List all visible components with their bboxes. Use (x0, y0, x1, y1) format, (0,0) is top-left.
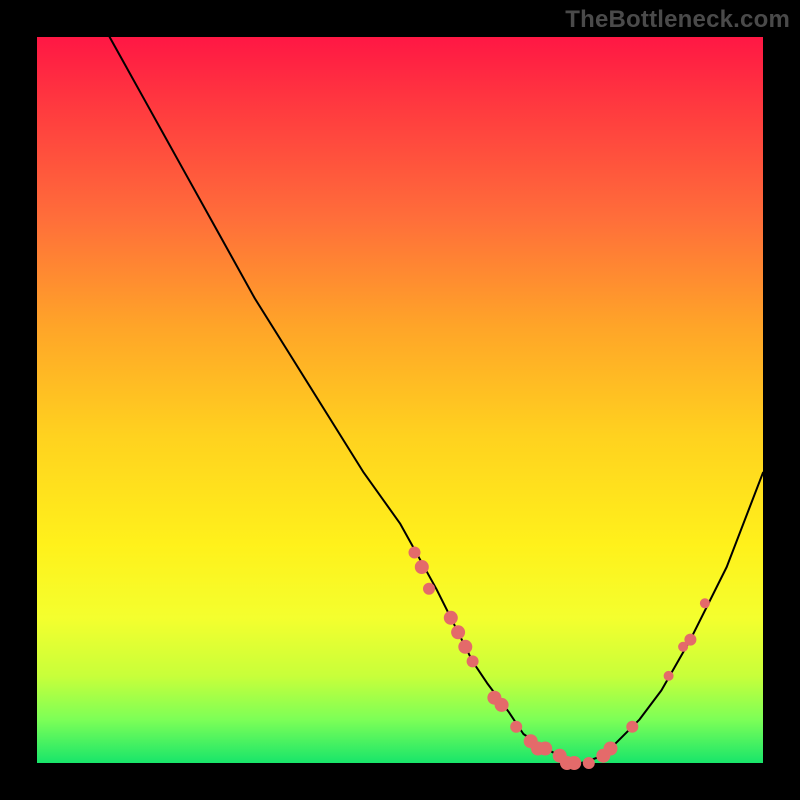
bottleneck-curve (110, 37, 763, 763)
curve-marker (604, 742, 618, 756)
curve-marker (700, 598, 710, 608)
curve-marker (409, 547, 421, 559)
curve-marker (510, 721, 522, 733)
curve-marker (583, 757, 595, 769)
curve-marker (451, 625, 465, 639)
curve-marker (538, 742, 552, 756)
chart-container: TheBottleneck.com (0, 0, 800, 800)
watermark-text: TheBottleneck.com (565, 6, 790, 34)
curve-markers (409, 547, 710, 771)
curve-marker (415, 560, 429, 574)
curve-marker (444, 611, 458, 625)
curve-marker (423, 583, 435, 595)
plot-svg (37, 37, 763, 763)
curve-marker (495, 698, 509, 712)
curve-marker (664, 671, 674, 681)
curve-marker (567, 756, 581, 770)
curve-marker (467, 655, 479, 667)
curve-marker (458, 640, 472, 654)
curve-marker (684, 634, 696, 646)
curve-marker (626, 721, 638, 733)
plot-area (37, 37, 763, 763)
